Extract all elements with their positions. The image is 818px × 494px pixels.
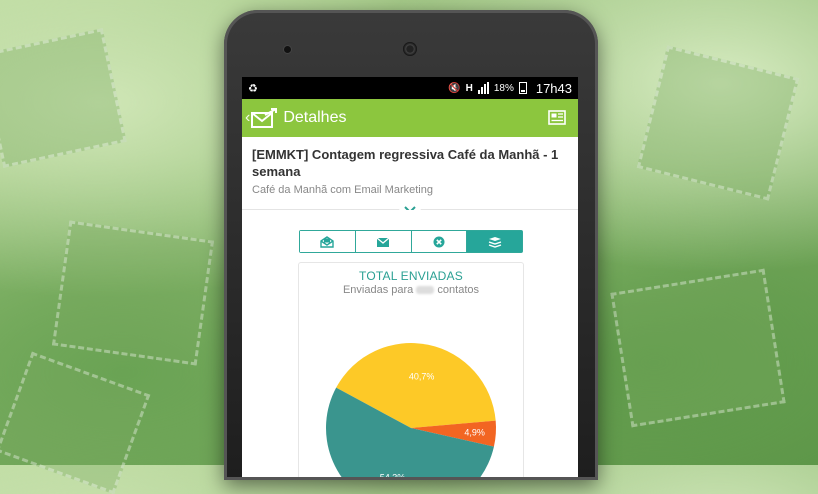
screen: ♻ 🔇 H 18% 17h43 ‹ Detalhes [EMMKT] Conta… [242, 77, 578, 477]
stack-icon [488, 236, 501, 248]
earpiece-speaker [403, 42, 417, 56]
back-chevron-icon[interactable]: ‹ [245, 109, 250, 127]
pie-label-2: 54,3% [380, 472, 406, 477]
newspaper-icon[interactable] [548, 110, 566, 125]
recycle-icon: ♻ [248, 82, 258, 95]
envelope-icon [376, 237, 390, 247]
campaign-title: [EMMKT] Contagem regressiva Café da Manh… [252, 147, 559, 179]
network-type-icon: H [465, 82, 473, 94]
front-camera [284, 46, 291, 53]
x-circle-icon [433, 236, 445, 247]
mail-logo-icon[interactable] [251, 108, 278, 128]
mute-icon: 🔇 [448, 82, 461, 94]
signal-icon [477, 82, 489, 94]
card-subtitle-prefix: Enviadas para [342, 284, 414, 296]
campaign-subtitle: Café da Manhã com Email Marketing [252, 184, 433, 196]
phone-frame: ♻ 🔇 H 18% 17h43 ‹ Detalhes [EMMKT] Conta… [224, 10, 598, 480]
redacted-count [416, 286, 435, 295]
pie-label-1: 4,9% [464, 427, 485, 437]
tab-sent[interactable] [355, 231, 412, 252]
pie-label-0: 40,7% [409, 371, 435, 381]
pie-chart: 40,7% 4,9% 54,3% [326, 343, 496, 477]
app-bar: ‹ Detalhes [242, 99, 578, 137]
clock: 17h43 [535, 80, 572, 96]
battery-icon [518, 82, 527, 94]
tab-total[interactable] [467, 231, 522, 252]
mail-open-icon [320, 235, 335, 248]
card-subtitle: Enviadas para contatos [299, 284, 523, 296]
stats-tab-bar [299, 230, 523, 253]
status-bar: ♻ 🔇 H 18% 17h43 [242, 77, 578, 99]
total-sent-card: TOTAL ENVIADAS Enviadas para contatos 40… [298, 262, 524, 477]
tab-bounced[interactable] [411, 231, 468, 252]
card-title: TOTAL ENVIADAS [359, 269, 463, 283]
card-subtitle-suffix: contatos [437, 284, 480, 296]
tab-opened[interactable] [300, 231, 356, 252]
page-title: Detalhes [283, 109, 347, 126]
main-content: TOTAL ENVIADAS Enviadas para contatos 40… [242, 210, 578, 477]
battery-percent: 18% [493, 82, 514, 94]
campaign-header: [EMMKT] Contagem regressiva Café da Manh… [242, 137, 578, 218]
